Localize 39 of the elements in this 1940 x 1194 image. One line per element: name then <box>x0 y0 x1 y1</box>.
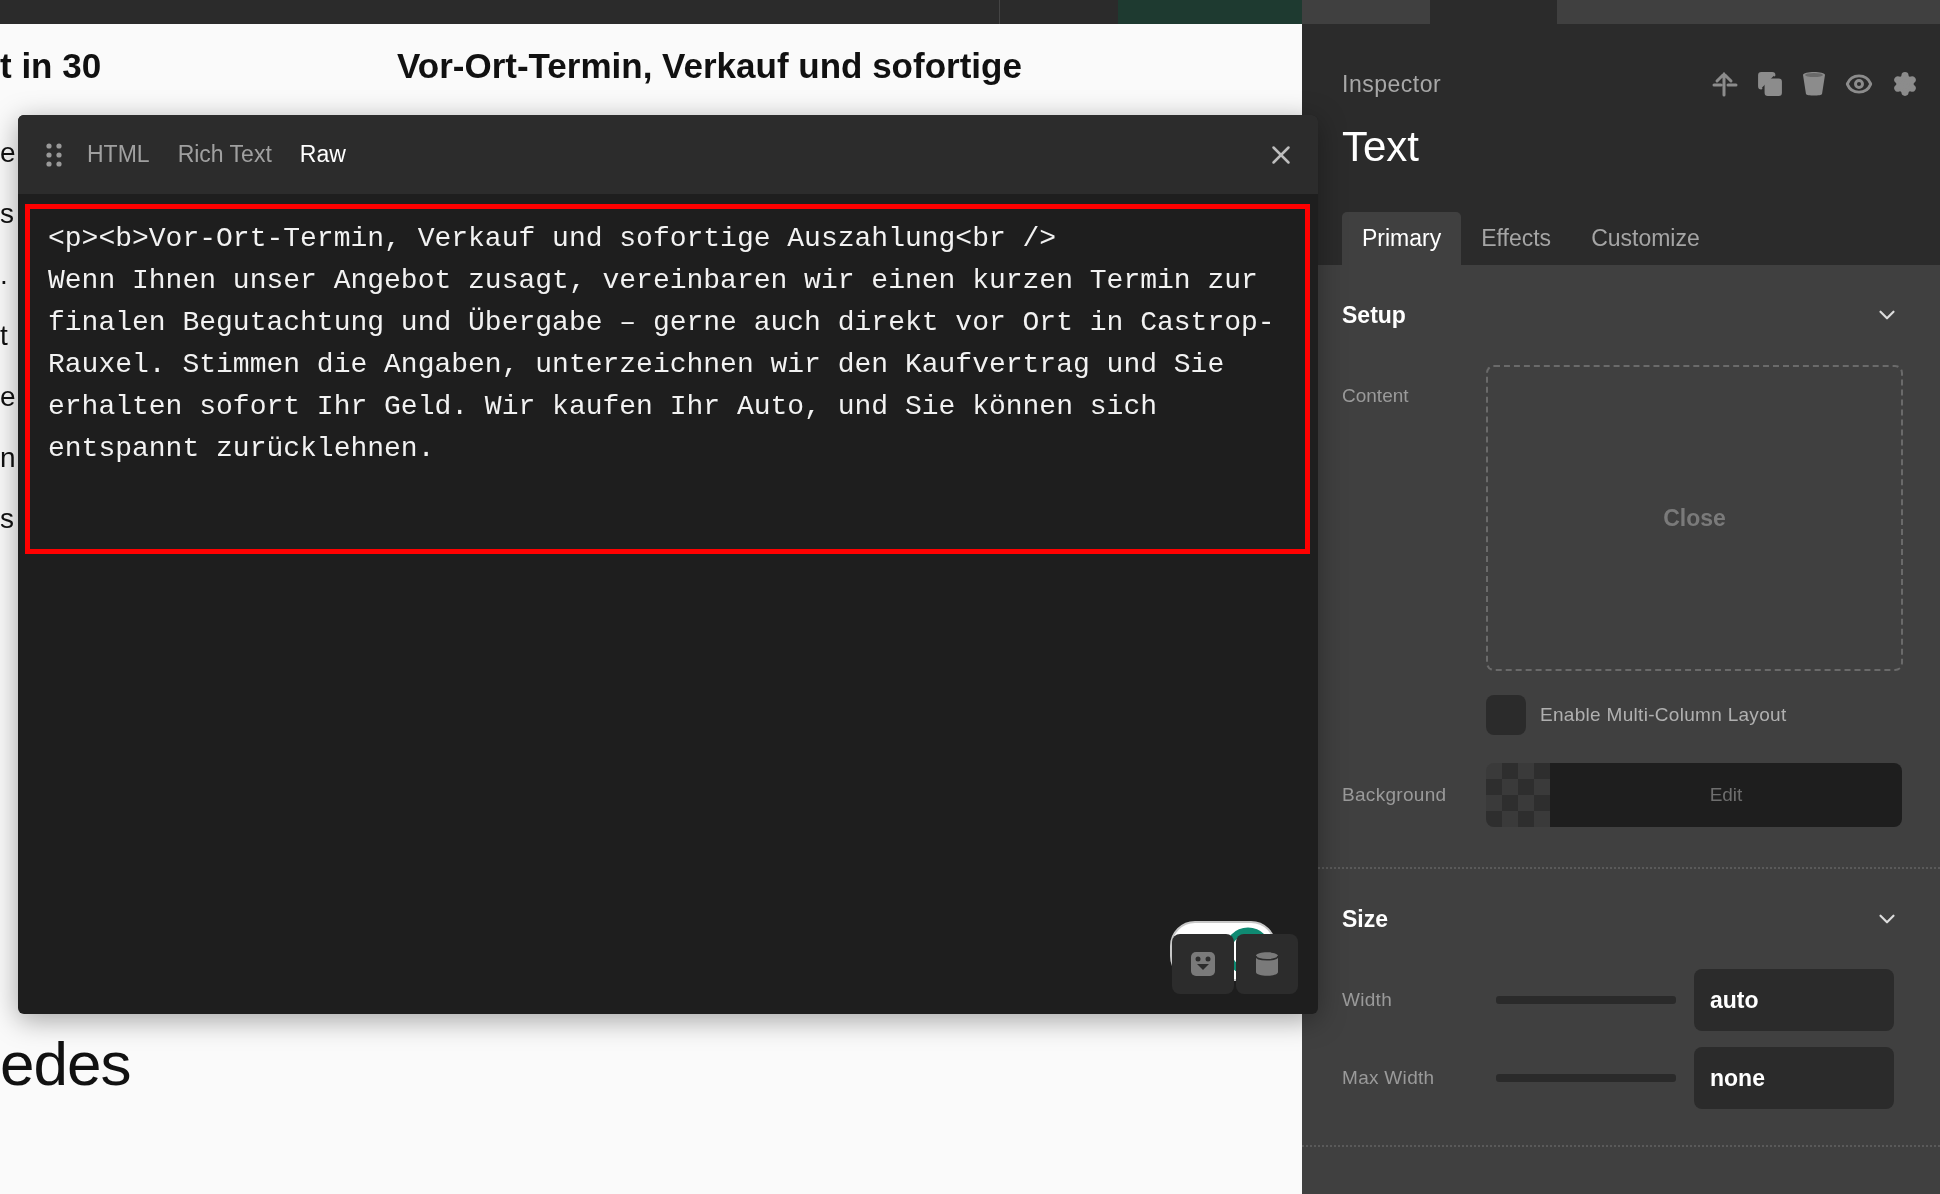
paragraph-text: s <box>0 197 14 231</box>
inspector-tab[interactable]: Effects <box>1461 212 1572 265</box>
drag-handle-icon[interactable] <box>46 142 62 167</box>
section-heading: t in 30 <box>0 45 103 87</box>
transparency-swatch[interactable] <box>1486 763 1550 827</box>
element-title: Text <box>1342 122 1421 172</box>
paragraph-text: s <box>0 502 14 536</box>
field-label: Max Width <box>1342 1067 1436 1089</box>
inspector-tab[interactable]: Primary <box>1342 212 1462 265</box>
paragraph-text: n <box>0 441 16 475</box>
widget-button[interactable] <box>1172 934 1234 994</box>
paragraph-text: t <box>0 319 8 353</box>
field-label: Width <box>1342 989 1394 1011</box>
inspector-tab[interactable]: Customize <box>1571 212 1720 265</box>
section-header[interactable]: Size <box>1342 869 1918 969</box>
paragraph-text: e <box>0 380 16 414</box>
trash-icon[interactable] <box>1802 71 1826 97</box>
value-input[interactable]: auto <box>1694 969 1894 1031</box>
field-label: Content <box>1342 385 1410 407</box>
checkbox-label: Enable Multi-Column Layout <box>1540 704 1787 726</box>
settings-icon[interactable] <box>1892 71 1918 97</box>
editor-tab[interactable]: Raw <box>296 141 349 168</box>
panel-label: Inspector <box>1342 70 1442 98</box>
value-input[interactable]: none <box>1694 1047 1894 1109</box>
paragraph-text: e <box>0 136 16 170</box>
section-heading: Vor-Ort-Termin, Verkauf und sofortige <box>397 45 1022 87</box>
editor-tab[interactable]: Rich Text <box>174 141 275 168</box>
database-button[interactable] <box>1236 934 1298 994</box>
database-icon <box>1255 951 1279 977</box>
copy-icon[interactable] <box>1757 71 1783 97</box>
large-heading: edes <box>0 1028 132 1100</box>
smile-icon <box>1190 951 1216 977</box>
editor-tab[interactable]: HTML <box>84 141 153 168</box>
field-label: Background <box>1342 784 1448 806</box>
checkbox-row[interactable]: Enable Multi-Column Layout <box>1486 695 1918 735</box>
paragraph-text: . <box>0 258 8 292</box>
code-editor[interactable]: <p><b>Vor-Ort-Termin, Verkauf und sofortige Auszahlung<br /> Wenn Ihnen unser Angebot zusagt, vereinbaren wir einen kurzen Termin zur finalen Begutachtung und Übergabe – gerne auch direkt vor Ort in Castrop-Rauxel. Stimmen die Angaben, unterzeichnen wir den Kaufvertrag und Sie erhalten sofort Ihr Geld. Wir kaufen Ihr Auto, und Sie können sich entspannt zurücklehnen. <box>25 204 1310 554</box>
arrow-up-icon[interactable] <box>1712 71 1738 97</box>
section-header[interactable]: Setup <box>1342 265 1918 365</box>
